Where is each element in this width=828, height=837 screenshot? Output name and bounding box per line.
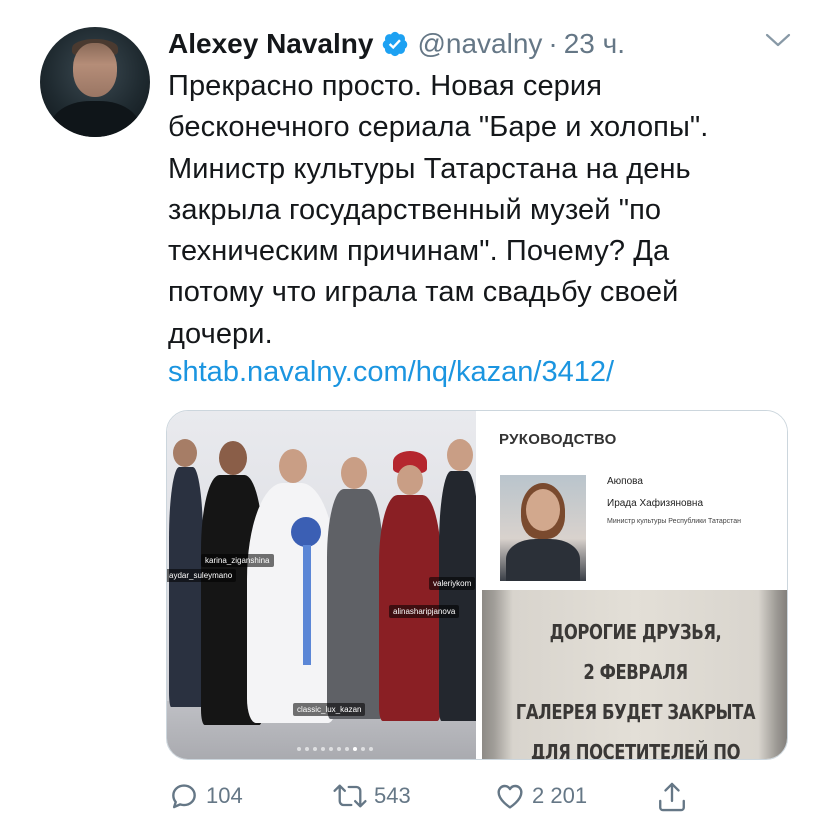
notice-line: 2 ФЕВРАЛЯ — [583, 660, 688, 684]
person-figure — [287, 511, 327, 665]
tweet-text-line: техническим причинам". Почему? Да — [168, 235, 670, 268]
separator-dot: · — [548, 28, 558, 59]
carousel-dots — [297, 747, 373, 751]
media-grid: karina_ziganshina aydar_suleymano valeri… — [166, 410, 788, 760]
author-handle[interactable]: @navalny — [417, 28, 542, 60]
author-name[interactable]: Alexey Navalny — [168, 28, 373, 60]
avatar-body-shape — [50, 101, 140, 137]
notice-line: ГАЛЕРЕЯ БУДЕТ ЗАКРЫТА — [515, 700, 756, 724]
panel-heading: РУКОВОДСТВО — [499, 431, 617, 448]
photo-tag[interactable]: alinasharipjanova — [389, 605, 460, 618]
minister-photo — [500, 475, 586, 581]
share-button[interactable] — [656, 780, 688, 814]
minister-surname: Аюпова — [607, 476, 643, 487]
notice-line: ДОРОГИЕ ДРУЗЬЯ, — [549, 620, 722, 644]
tweet-text-line: бесконечного сериала "Баре и холопы". — [168, 111, 709, 144]
tweet-text-line: дочери. — [168, 317, 273, 350]
tweet[interactable]: Alexey Navalny @navalny · 23 ч. Прекрасн… — [0, 0, 828, 837]
share-icon — [659, 782, 685, 812]
avatar[interactable] — [40, 27, 150, 137]
photo-tag[interactable]: valeriykom — [429, 577, 476, 590]
photo-tag[interactable]: aydar_suleymano — [167, 569, 237, 582]
tweet-header: Alexey Navalny @navalny · 23 ч. — [168, 24, 625, 64]
person-figure — [247, 449, 337, 723]
ministry-screenshot[interactable]: РУКОВОДСТВО Аюпова Ирада Хафизяновна Мин… — [482, 411, 787, 584]
photo-tag[interactable]: karina_ziganshina — [201, 554, 274, 567]
like-button[interactable]: 2 201 — [494, 780, 587, 812]
tweet-text-line: потому что играла там свадьбу своей — [168, 276, 679, 309]
reply-button[interactable]: 104 — [168, 780, 243, 812]
person-figure — [327, 457, 383, 719]
reply-count: 104 — [206, 783, 243, 808]
retweet-button[interactable]: 543 — [332, 780, 411, 812]
retweet-count: 543 — [374, 783, 411, 808]
wedding-photo[interactable]: karina_ziganshina aydar_suleymano valeri… — [167, 411, 476, 759]
like-count: 2 201 — [532, 783, 588, 808]
avatar-head-shape — [73, 43, 117, 97]
tweet-text-line: Прекрасно просто. Новая серия — [168, 70, 603, 102]
photo-tag[interactable]: classic_lux_kazan — [293, 703, 366, 716]
heart-icon — [497, 784, 523, 809]
retweet-icon — [333, 784, 367, 808]
tweet-link[interactable]: shtab.navalny.com/hq/kazan/3412/ — [168, 352, 614, 393]
verified-icon — [381, 30, 409, 58]
tweet-text: Прекрасно просто. Новая серия бесконечно… — [168, 66, 788, 355]
notice-line: ДЛЯ ПОСЕТИТЕЛЕЙ ПО — [530, 740, 741, 760]
minister-name: Ирада Хафизяновна — [607, 498, 704, 509]
tweet-time[interactable]: 23 ч. — [564, 28, 625, 60]
tweet-text-line: закрыла государственный музей "по — [168, 193, 662, 226]
tweet-text-line: Министр культуры Татарстана на день — [168, 152, 691, 185]
tweet-actions: 104 543 2 201 — [0, 780, 828, 814]
chevron-down-icon[interactable] — [764, 30, 792, 50]
minister-role: Министр культуры Республики Татарстан — [607, 518, 742, 525]
reply-icon — [172, 784, 196, 809]
gallery-notice-photo[interactable]: ДОРОГИЕ ДРУЗЬЯ, 2 ФЕВРАЛЯ ГАЛЕРЕЯ БУДЕТ … — [482, 590, 787, 760]
